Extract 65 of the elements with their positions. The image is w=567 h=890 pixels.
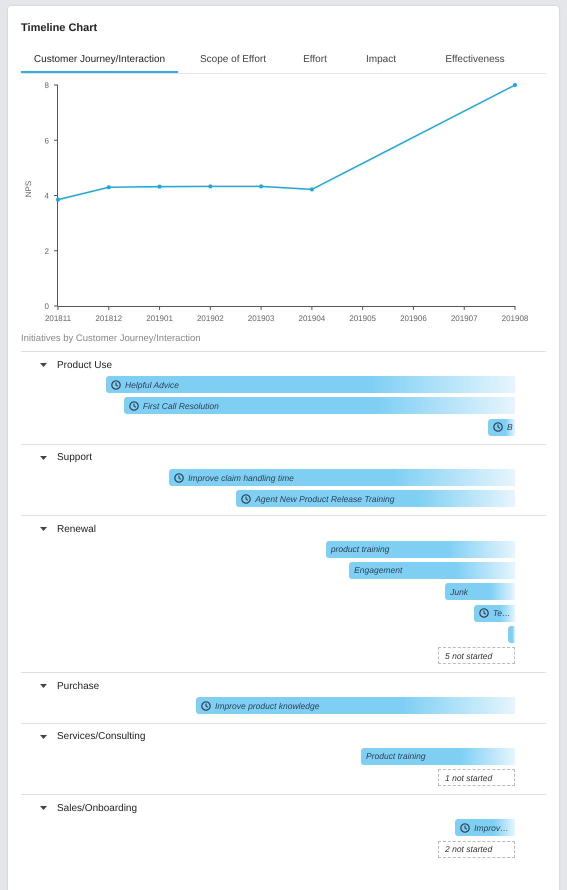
group-title: Renewal xyxy=(57,524,96,535)
tab[interactable]: Impact xyxy=(342,48,420,73)
clock-icon xyxy=(493,422,504,432)
caret-icon[interactable] xyxy=(40,526,47,532)
clock-icon xyxy=(128,400,139,411)
clock-icon xyxy=(201,700,212,711)
data-point[interactable] xyxy=(208,184,212,188)
initiative-bar[interactable]: Te… xyxy=(474,604,515,622)
not-started-box[interactable]: 1 not started xyxy=(438,769,515,786)
initiative-bar[interactable]: Product training xyxy=(361,748,515,765)
tick-label: 8 xyxy=(44,81,49,90)
tick-label: 201903 xyxy=(248,314,274,323)
clock-icon xyxy=(111,380,121,390)
group-title: Sales/Onboarding xyxy=(57,802,138,814)
initiative-bar[interactable]: Agent New Product Release Training xyxy=(236,490,515,508)
tick-label: 201901 xyxy=(146,314,173,323)
tab[interactable]: Effectiveness xyxy=(420,48,530,73)
card-title: Timeline Chart xyxy=(21,21,98,36)
caret-icon[interactable] xyxy=(40,362,47,368)
tab[interactable]: Customer Journey/Interaction xyxy=(21,48,178,73)
tick-label: 201908 xyxy=(502,314,528,323)
tick-label: 201906 xyxy=(400,314,427,323)
tick-label: 201907 xyxy=(450,314,478,323)
tick-label: 0 xyxy=(44,302,49,311)
group-title: Support xyxy=(57,452,92,464)
axis-label: NPS xyxy=(24,180,33,198)
initiative-bar[interactable]: Junk xyxy=(445,583,515,600)
clock-icon xyxy=(174,472,184,483)
tab[interactable]: Effort xyxy=(288,48,342,73)
tick-label: 2 xyxy=(44,246,49,256)
data-point[interactable] xyxy=(56,198,60,202)
clock-icon xyxy=(460,822,470,833)
tick-label: 201905 xyxy=(349,314,376,323)
initiative-bar[interactable]: First Call Resolution xyxy=(124,397,515,414)
group-title: Product Use xyxy=(57,360,112,370)
tab[interactable]: Scope of Effort xyxy=(178,48,288,73)
initiative-bar[interactable]: product training xyxy=(326,540,515,558)
group-title: Services/Consulting xyxy=(57,731,146,742)
tick-label: 6 xyxy=(44,136,49,146)
clock-icon xyxy=(478,608,489,618)
initiative-bar[interactable]: Helpful Advice xyxy=(106,376,515,394)
caret-icon[interactable] xyxy=(40,734,47,740)
tick-label: 4 xyxy=(44,192,49,200)
tick-label: 201902 xyxy=(196,314,224,323)
caret-icon[interactable] xyxy=(40,454,47,461)
initiative-bar[interactable]: Engagement xyxy=(349,562,515,579)
data-point[interactable] xyxy=(513,83,517,87)
data-point[interactable] xyxy=(310,187,314,192)
data-point[interactable] xyxy=(259,184,264,188)
initiative-bar[interactable]: Improve claim handling time xyxy=(169,469,515,486)
clock-icon xyxy=(241,494,252,504)
caret-icon[interactable] xyxy=(40,805,47,812)
initiative-bar[interactable]: Improv… xyxy=(455,819,515,836)
initiative-bar[interactable]: Improve product knowledge xyxy=(196,697,515,714)
not-started-box[interactable]: 5 not started xyxy=(438,647,515,664)
tick-label: 201811 xyxy=(44,314,72,323)
data-point[interactable] xyxy=(106,185,111,190)
tick-label: 201904 xyxy=(298,314,326,323)
not-started-box[interactable]: 2 not started xyxy=(438,840,515,858)
section-heading: Initiatives by Customer Journey/Interaction xyxy=(21,332,202,346)
data-point[interactable] xyxy=(158,184,162,189)
group-title: Purchase xyxy=(57,680,100,692)
tick-label: 201812 xyxy=(95,314,122,323)
caret-icon[interactable] xyxy=(40,683,47,690)
initiative-bar[interactable]: B xyxy=(488,418,515,436)
